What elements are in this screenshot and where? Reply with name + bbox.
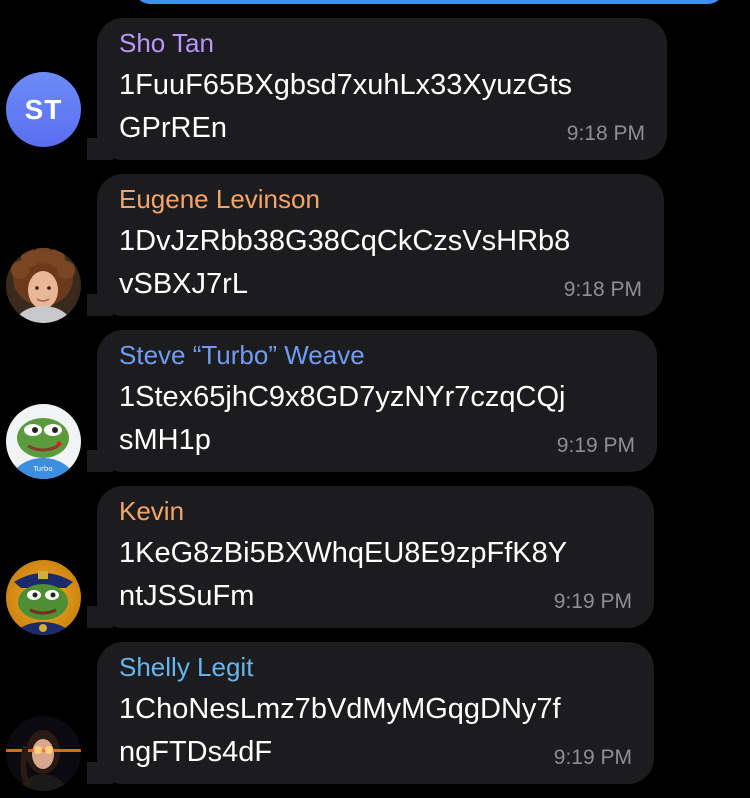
message-bubble[interactable]: Shelly Legit 1ChoNesLmz7bVdMyMGqgDNy7f n…: [97, 642, 654, 784]
avatar-photo: [6, 560, 81, 635]
message-time: 9:18 PM: [563, 278, 642, 301]
message-text-line: 1ChoNesLmz7bVdMyMGqgDNy7f: [119, 693, 561, 725]
pepe-cop-avatar-icon[interactable]: [6, 560, 81, 635]
bubble-tail: [87, 138, 113, 160]
message-row: Eugene Levinson 1DvJzRbb38G38CqCkCzsVsHR…: [0, 174, 750, 323]
woman-laser-eyes-avatar-icon[interactable]: [6, 716, 81, 791]
bubble-tail: [87, 450, 113, 472]
message-time: 9:19 PM: [553, 590, 632, 613]
avatar-photo: [6, 716, 81, 791]
sender-name[interactable]: Sho Tan: [119, 28, 645, 58]
message-text-line: 1FuuF65BXgbsd7xuhLx33XyuzGts: [119, 69, 572, 101]
pepe-frog-avatar-icon[interactable]: Turbo: [6, 404, 81, 479]
message-time: 9:18 PM: [566, 122, 645, 145]
message-text-line: 1Stex65jhC9x8GD7yzNYr7czqCQj: [119, 381, 566, 413]
svg-text:Turbo: Turbo: [32, 465, 52, 473]
message-time: 9:19 PM: [556, 434, 635, 457]
message-bubble[interactable]: Steve “Turbo” Weave 1Stex65jhC9x8GD7yzNY…: [97, 330, 657, 472]
message-bubble[interactable]: Sho Tan 1FuuF65BXgbsd7xuhLx33XyuzGts GPr…: [97, 18, 667, 160]
avatar[interactable]: ST: [6, 72, 81, 147]
avatar-photo: Turbo: [6, 404, 81, 479]
message-bubble[interactable]: Kevin 1KeG8zBi5BXWhqEU8E9zpFfK8Y ntJSSuF…: [97, 486, 654, 628]
message-time: 9:19 PM: [553, 746, 632, 769]
message-text-line: 1DvJzRbb38G38CqCkCzsVsHRb8: [119, 225, 571, 257]
message-bubble[interactable]: Eugene Levinson 1DvJzRbb38G38CqCkCzsVsHR…: [97, 174, 664, 316]
bubble-tail: [87, 762, 113, 784]
avatar-photo: [6, 248, 81, 323]
message-row: ST Sho Tan 1FuuF65BXgbsd7xuhLx33XyuzGts …: [0, 18, 750, 160]
bubble-tail: [87, 294, 113, 316]
sender-name[interactable]: Eugene Levinson: [119, 184, 642, 214]
message-row: Kevin 1KeG8zBi5BXWhqEU8E9zpFfK8Y ntJSSuF…: [0, 486, 750, 635]
message-row: Shelly Legit 1ChoNesLmz7bVdMyMGqgDNy7f n…: [0, 642, 750, 791]
chat-message-list[interactable]: ST Sho Tan 1FuuF65BXgbsd7xuhLx33XyuzGts …: [0, 0, 750, 798]
message-text-line: 1KeG8zBi5BXWhqEU8E9zpFfK8Y: [119, 537, 568, 569]
sender-name[interactable]: Steve “Turbo” Weave: [119, 340, 635, 370]
curly-hair-person-avatar-icon[interactable]: [6, 248, 81, 323]
sender-name[interactable]: Kevin: [119, 496, 632, 526]
outgoing-message-bubble-partial[interactable]: [134, 0, 724, 4]
sender-name[interactable]: Shelly Legit: [119, 652, 632, 682]
bubble-tail: [87, 606, 113, 628]
message-row: Turbo Steve “Turbo” Weave 1Stex65jhC9x8G…: [0, 330, 750, 479]
avatar-initials: ST: [24, 93, 63, 125]
